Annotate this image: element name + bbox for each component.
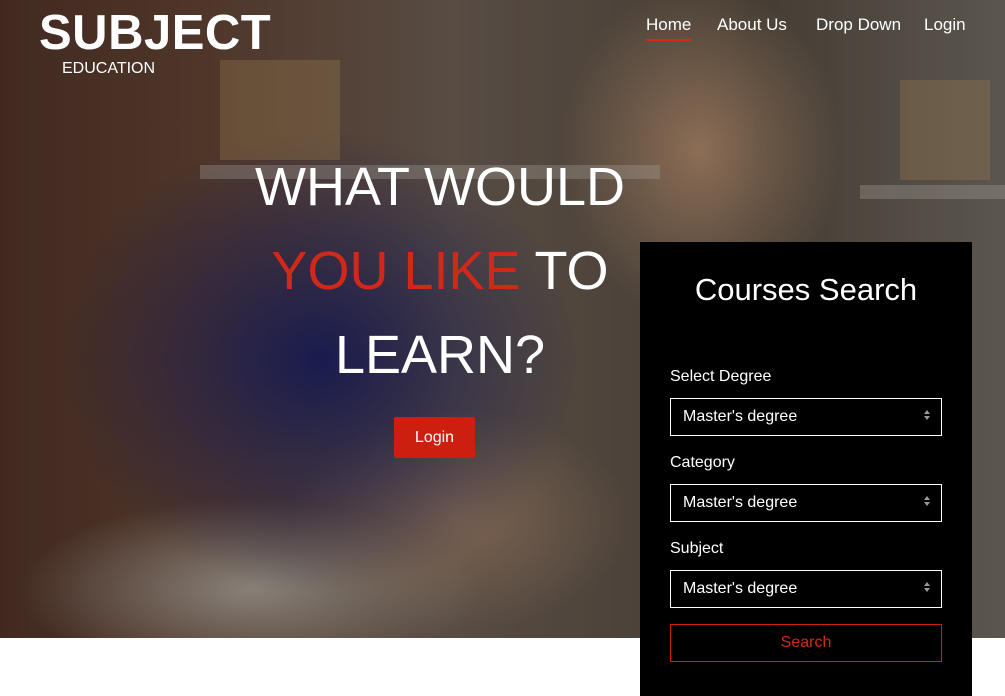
degree-select-value: Master's degree [683, 408, 798, 425]
nav-about-us[interactable]: About Us [717, 15, 787, 39]
headline-line-2: YOU LIKE TO [240, 229, 640, 313]
search-button[interactable]: Search [670, 624, 942, 662]
category-select-value: Master's degree [683, 494, 798, 511]
courses-search-panel: Courses Search Select Degree Master's de… [640, 242, 972, 696]
degree-label: Select Degree [670, 368, 772, 385]
subject-label: Subject [670, 540, 724, 557]
panel-title: Courses Search [694, 272, 918, 307]
category-select[interactable]: Master's degree [670, 484, 942, 522]
nav-home[interactable]: Home [646, 15, 692, 41]
nav-drop-down[interactable]: Drop Down [816, 15, 901, 39]
updown-arrows-icon [923, 582, 931, 596]
category-label: Category [670, 454, 735, 471]
updown-arrows-icon [923, 496, 931, 510]
headline-accent: YOU LIKE [271, 241, 521, 301]
main-nav: Home About Us Drop Down Login [0, 15, 1005, 45]
brand-subtitle: EDUCATION [62, 60, 156, 77]
hero-login-button[interactable]: Login [394, 417, 475, 458]
headline-line-2-rest: TO [520, 241, 609, 301]
nav-login[interactable]: Login [924, 15, 966, 39]
headline-line-1: WHAT WOULD [255, 157, 625, 217]
subject-select[interactable]: Master's degree [670, 570, 942, 608]
hero-headline: WHAT WOULD YOU LIKE TO LEARN? [240, 145, 640, 397]
headline-line-3: LEARN? [334, 325, 546, 385]
updown-arrows-icon [923, 410, 931, 424]
subject-select-value: Master's degree [683, 580, 798, 597]
degree-select[interactable]: Master's degree [670, 398, 942, 436]
